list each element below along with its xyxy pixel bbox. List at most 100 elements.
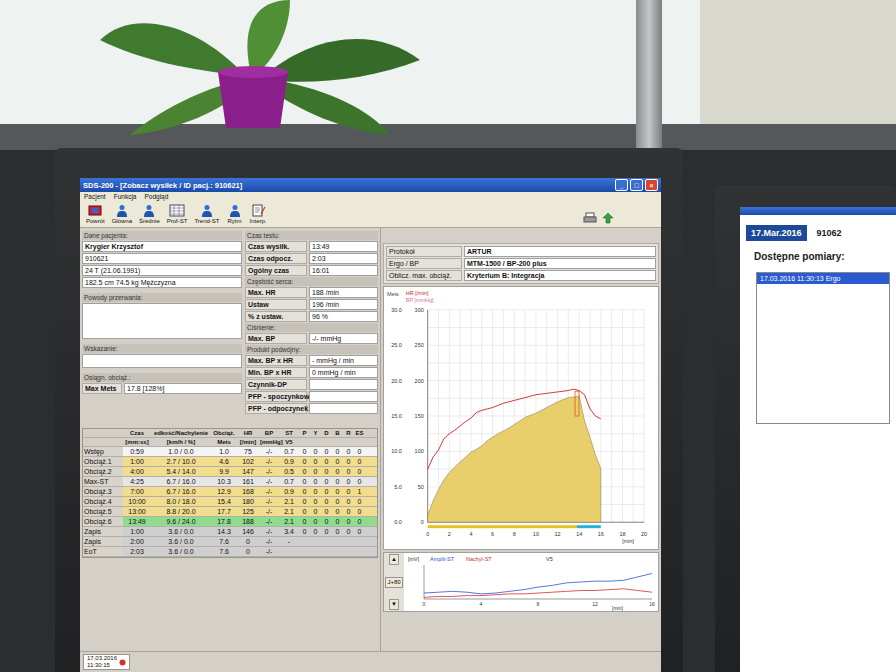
toolbar-button[interactable]: Powrót — [86, 204, 105, 224]
plant — [90, 0, 430, 140]
section-heading: Wskazanie: — [82, 344, 242, 353]
summary-column: Czas testu:Czas wysiłk.13:49Czas odpocz.… — [245, 231, 378, 414]
window-button[interactable]: × — [645, 179, 658, 191]
st-line — [424, 589, 652, 598]
st-tick: 0 — [423, 601, 426, 607]
main-monitor: SDS-200 - [Zobacz wysiłek / ID pacj.: 91… — [55, 148, 683, 672]
menu-item[interactable]: Funkcja — [114, 193, 137, 200]
toolbar-button[interactable]: Interp. — [250, 204, 267, 224]
table-row[interactable]: Max-ST4:256.7 / 16.010.3161-/-0.7000000 — [83, 477, 377, 487]
time-tick: 4 — [469, 531, 472, 537]
st-button[interactable]: ▼ — [389, 599, 399, 610]
mets-tick: 10.0 — [391, 448, 402, 454]
hr-tick: 200 — [415, 378, 424, 384]
second-monitor: 17.Mar.201691062Dostępne pomiary:17.03.2… — [715, 185, 896, 672]
indication-field — [82, 354, 242, 368]
toolbar-button[interactable]: Prof-ST — [167, 204, 188, 224]
legend-hr: HR [/min] — [406, 290, 429, 296]
export-icon[interactable] — [601, 212, 615, 224]
app-icon — [119, 659, 126, 666]
st-tick: 12 — [592, 601, 598, 607]
time-unit: [min] — [622, 538, 634, 544]
section-heading: Osiągn. obciąż.: — [82, 373, 242, 382]
cursor-marker[interactable] — [575, 391, 579, 416]
window-buttons: _□× — [615, 179, 658, 191]
st-axis — [424, 599, 652, 600]
toolbar-button[interactable]: Główna — [112, 204, 132, 224]
summary-row: Max. BP-/- mmHg — [245, 333, 378, 344]
st-chart: [mV]Amplit-STNachyl-STV50481216[min] — [406, 553, 658, 611]
summary-row: Czas wysiłk.13:49 — [245, 241, 378, 252]
toolbar-button[interactable]: Trend-ST — [194, 204, 219, 224]
st-panel: ▲J+80▼[mV]Amplit-STNachyl-STV50481216[mi… — [383, 552, 659, 612]
st-tick: 4 — [480, 601, 483, 607]
toolbar-button[interactable]: Średnie — [139, 204, 160, 224]
st-button[interactable]: ▲ — [389, 554, 399, 565]
st-tick: 8 — [537, 601, 540, 607]
second-content: 17.Mar.201691062Dostępne pomiary:17.03.2… — [740, 215, 896, 672]
table-row[interactable]: Obciąż.24:005.4 / 14.09.9147-/-0.5000000 — [83, 467, 377, 477]
menu-item[interactable]: Pacjent — [84, 193, 106, 200]
table-row[interactable]: Obciąż.513:008.8 / 20.017.7125-/-2.10000… — [83, 507, 377, 517]
protocol-row: ProtokółARTUR — [386, 246, 656, 257]
printer-icon[interactable] — [583, 212, 597, 224]
summary-row: Max. BP x HR- mmHg / min — [245, 355, 378, 366]
hr-tick: 300 — [415, 307, 424, 313]
menu-item[interactable]: Podgląd — [144, 193, 168, 200]
summary-row: PFP - spoczynkow — [245, 391, 378, 402]
table-row[interactable]: EoT2:033.6 / 0.07.60-/- — [83, 547, 377, 557]
table-row[interactable]: Zapis2:003.6 / 0.07.60-/-- — [83, 537, 377, 547]
patient-field: 24 T (21.06.1991) — [82, 265, 242, 276]
table-row[interactable]: Zapis1:003.6 / 0.014.3146-/-3.4000000 — [83, 527, 377, 537]
hr-tick: 250 — [415, 342, 424, 348]
table-row[interactable]: Wstęp0:591.0 / 0.01.075-/-0.7000000 — [83, 447, 377, 457]
hr-tick: 50 — [418, 484, 424, 490]
patient-column: Dane pacjenta:Krygier Krzysztof91062124 … — [82, 231, 242, 414]
window-button[interactable]: _ — [615, 179, 628, 191]
table-header: Czasedkość/NachylenieObciąż.HRBPSTPYDBRE… — [83, 429, 377, 438]
patient-field: Krygier Krzysztof — [82, 241, 242, 252]
second-title-bar — [740, 207, 896, 215]
summary-row: % z ustaw.96 % — [245, 311, 378, 322]
grid-line — [428, 398, 644, 399]
grid-line — [428, 345, 644, 346]
table-row[interactable]: Obciąż.613:499.6 / 24.017.8188-/-2.10000… — [83, 517, 377, 527]
hr-tick: 0 — [421, 519, 424, 525]
mets-tick: 0.0 — [394, 519, 402, 525]
time-tick: 16 — [598, 531, 604, 537]
toolbar-button[interactable]: Rytm — [227, 204, 243, 224]
photo-scene: SDS-200 - [Zobacz wysiłek / ID pacj.: 91… — [0, 0, 896, 672]
right-pane: ProtokółARTURErgo / BPMTM-1500 / BP-200 … — [380, 228, 661, 651]
toolbar-extra — [583, 212, 655, 224]
phase-bar — [577, 525, 601, 528]
back-icon — [87, 204, 103, 217]
patient-id: 91062 — [817, 228, 842, 238]
effort-chart: MetsHR [/min]BP [mmHg]0.05.010.015.020.0… — [384, 287, 658, 549]
section-heading: Powody przerwania: — [82, 293, 242, 302]
measurements-list: 17.03.2016 11:30:13 Ergo — [756, 272, 890, 424]
info-grid: Dane pacjenta:Krygier Krzysztof91062124 … — [82, 231, 378, 414]
taskbar-tab[interactable]: 17.03.201611:30:15 — [83, 654, 130, 670]
time-tick: 12 — [554, 531, 560, 537]
mets-tick: 25.0 — [391, 342, 402, 348]
table-row[interactable]: Obciąż.410:008.0 / 18.015.4180-/-2.10000… — [83, 497, 377, 507]
window-button[interactable]: □ — [630, 179, 643, 191]
table-row[interactable]: Obciąż.11:002.7 / 10.04.6102-/-0.9000000 — [83, 457, 377, 467]
date-row: 17.Mar.201691062 — [746, 225, 890, 241]
protocol-box: ProtokółARTURErgo / BPMTM-1500 / BP-200 … — [383, 243, 659, 284]
time-tick: 20 — [641, 531, 647, 537]
content: Dane pacjenta:Krygier Krzysztof91062124 … — [80, 228, 661, 651]
time-tick: 6 — [491, 531, 494, 537]
left-pane: Dane pacjenta:Krygier Krzysztof91062124 … — [80, 228, 380, 651]
st-legend: Amplit-ST — [430, 556, 455, 562]
measurement-item[interactable]: 17.03.2016 11:30:13 Ergo — [757, 273, 889, 284]
time-tick: 2 — [448, 531, 451, 537]
toolbar: Powrót Główna Średnie Prof-ST Trend-ST Rytm In… — [80, 201, 661, 228]
time-tick: 14 — [576, 531, 582, 537]
grid-line — [428, 362, 644, 363]
table-row[interactable]: Obciąż.37:006.7 / 16.012.9168-/-0.900000… — [83, 487, 377, 497]
st-button[interactable]: J+80 — [385, 577, 402, 588]
time-tick: 8 — [513, 531, 516, 537]
chart-box: MetsHR [/min]BP [mmHg]0.05.010.015.020.0… — [383, 286, 659, 550]
st-unit: [mV] — [408, 556, 420, 562]
